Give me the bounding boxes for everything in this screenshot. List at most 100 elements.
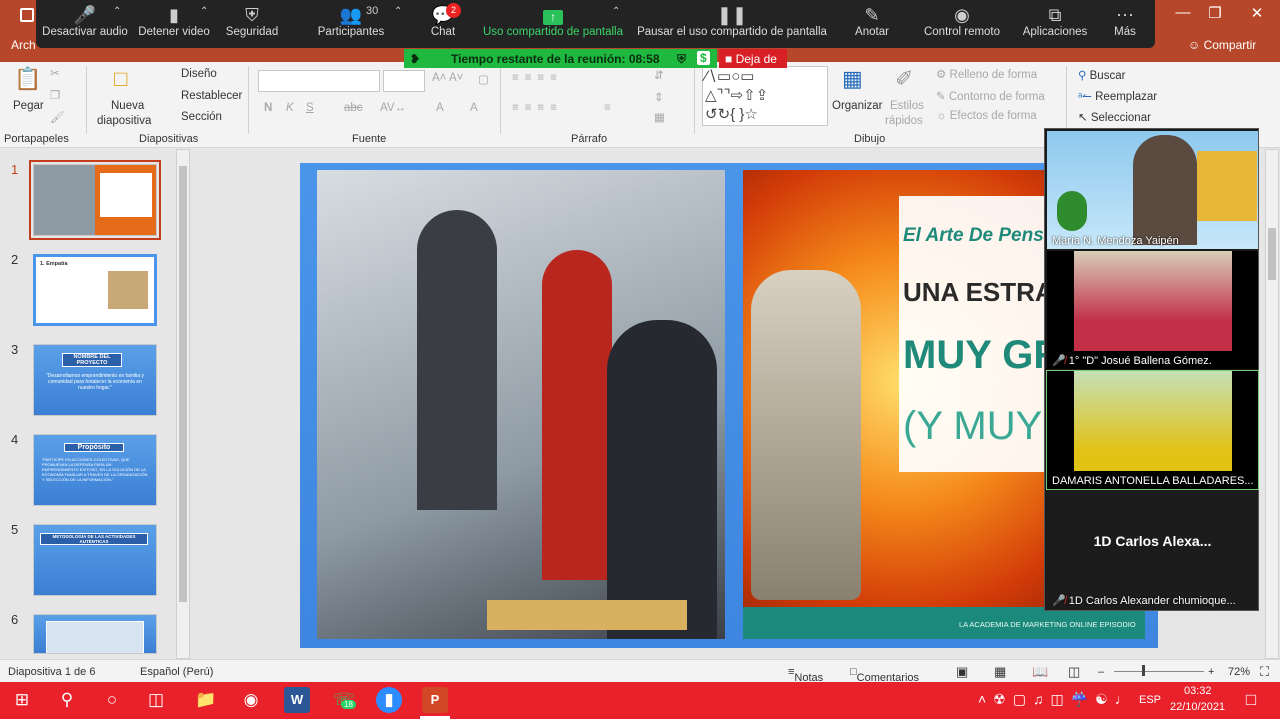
new-slide-button[interactable]: Nueva (111, 100, 144, 112)
stop-share-button[interactable]: ■ Deja de (719, 49, 787, 68)
font-name-box[interactable] (258, 70, 380, 92)
video-tile-active-speaker[interactable]: DAMARIS ANTONELLA BALLADARES... (1046, 370, 1259, 490)
file-menu[interactable]: Arch (11, 38, 36, 52)
thumbnail-number: 3 (11, 342, 19, 357)
bold-button[interactable]: N (264, 102, 272, 114)
strikethrough-button[interactable]: abc (344, 102, 363, 114)
smartart-icon[interactable]: ▦ (654, 110, 665, 124)
clear-format-icon[interactable]: ▢ (478, 72, 489, 86)
mute-label: Desactivar audio (42, 26, 128, 38)
align-text-icon[interactable]: ⇕ (654, 90, 664, 104)
comments-button[interactable]: □ Comentarios (850, 666, 919, 684)
shape-outline-button[interactable]: ✎ Contorno de forma (936, 89, 1045, 103)
slide-thumbnail-6[interactable] (33, 614, 157, 654)
more-label: Más (1114, 26, 1136, 38)
zoom-slider-thumb[interactable] (1142, 665, 1145, 676)
minimize-icon[interactable]: — (1168, 4, 1198, 21)
slide-thumbnail-1[interactable] (29, 160, 161, 240)
share-screen-button[interactable]: ↑ Uso compartido de pantalla (480, 0, 626, 48)
remote-control-button[interactable]: ◉ Control remoto (918, 0, 1006, 48)
zoom-out-icon[interactable]: – (1098, 666, 1104, 678)
slide-thumbnail-3[interactable]: NOMBRE DEL PROYECTO “Desarrollamos empre… (33, 344, 157, 416)
close-icon[interactable]: ✕ (1242, 4, 1272, 22)
paste-button[interactable]: Pegar (13, 100, 44, 112)
layout-button[interactable]: Diseño (181, 68, 217, 80)
person-figure (417, 210, 497, 510)
task-view-icon[interactable]: ◫ (143, 687, 169, 713)
section-button[interactable]: Sección (181, 111, 222, 123)
thumbnail-scrollbar[interactable] (176, 149, 190, 659)
cortana-icon[interactable]: ○ (99, 687, 125, 713)
video-tile[interactable]: María N. Mendoza Yaipén (1047, 131, 1258, 249)
share-button[interactable]: ☺ Compartir (1188, 38, 1256, 52)
slide-thumbnail-4[interactable]: Propósito “PARTICIPE EN ACCIONES COLECTI… (33, 434, 157, 506)
search-icon: ⚲ (1078, 70, 1087, 82)
notes-button[interactable]: ≡ Notas (788, 666, 823, 684)
video-options-chevron-icon[interactable]: ⌃ (200, 6, 208, 17)
zoom-in-icon[interactable]: + (1208, 666, 1214, 678)
shape-effects-button[interactable]: ☼ Efectos de forma (936, 110, 1037, 122)
shape-fill-button[interactable]: ⚙ Relleno de forma (936, 67, 1037, 81)
find-button[interactable]: ⚲ Buscar (1078, 68, 1125, 82)
replace-label: Reemplazar (1095, 91, 1158, 103)
annotate-button[interactable]: ✎ Anotar (846, 0, 898, 48)
font-size-box[interactable] (383, 70, 425, 92)
font-color-icon[interactable]: A (436, 102, 444, 114)
zoom-level[interactable]: 72% (1228, 666, 1250, 678)
thumbnail-scroll-thumb[interactable] (179, 166, 187, 602)
chrome-icon[interactable]: ◉ (238, 687, 264, 713)
maximize-icon[interactable]: ❐ (1200, 4, 1230, 22)
increase-font-icon[interactable]: A˄ A˅ (432, 72, 463, 84)
file-explorer-icon[interactable]: 📁 (193, 687, 219, 713)
copy-icon[interactable]: ❐ (50, 88, 60, 102)
quick-styles-button[interactable]: Estilos (890, 100, 924, 112)
slide-thumbnail-2[interactable]: 1. Empatía (33, 254, 157, 326)
apps-button[interactable]: ⧉ Aplicaciones (1018, 0, 1092, 48)
system-tray-icons[interactable]: ˄☢▢♫◫☔☯♩ (978, 691, 1136, 708)
italic-button[interactable]: K (286, 102, 294, 114)
arrange-button[interactable]: Organizar (832, 100, 883, 112)
normal-view-icon[interactable]: ▣ (956, 664, 968, 680)
align-icons[interactable]: ≡≡≡≡ (512, 102, 563, 114)
shapes-gallery[interactable]: ∕∖▭○▭ △⌝⌝⇨⇧⇪ ↺↻{ }☆ (702, 66, 828, 126)
more-button[interactable]: ⋯ Más (1108, 0, 1142, 48)
windows-start-icon[interactable]: ⊞ (9, 687, 35, 713)
word-icon[interactable]: W (284, 687, 310, 713)
security-button[interactable]: ⛨ Seguridad (222, 0, 282, 48)
underline-button[interactable]: S (306, 102, 314, 114)
zoom-app-icon[interactable]: ▮ (376, 687, 402, 713)
pause-share-button[interactable]: ❚❚ Pausar el uso compartido de pantalla (636, 0, 828, 48)
powerpoint-icon[interactable]: P (422, 687, 448, 713)
cut-icon[interactable]: ✂ (50, 66, 60, 80)
participants-chevron-icon[interactable]: ⌃ (394, 6, 402, 17)
replace-button[interactable]: ᵃ↼ Reemplazar (1078, 89, 1157, 103)
video-tile[interactable]: 1D Carlos Alexa... 🎤̸ 1D Carlos Alexande… (1047, 491, 1258, 609)
clock-date[interactable]: 22/10/2021 (1170, 701, 1225, 713)
slide-scroll-thumb[interactable] (1268, 228, 1276, 280)
columns-icon[interactable]: ≡ (604, 102, 611, 114)
clock-time[interactable]: 03:32 (1184, 685, 1212, 697)
video-tile[interactable]: 🎤̸ 1° "D" Josué Ballena Gómez. (1047, 251, 1258, 369)
text-direction-icon[interactable]: ⇵ (654, 68, 664, 82)
search-icon[interactable]: ⚲ (54, 687, 80, 713)
sorter-view-icon[interactable]: ▦ (994, 664, 1006, 680)
save-icon[interactable] (20, 8, 34, 22)
reset-button[interactable]: Restablecer (181, 90, 242, 102)
select-button[interactable]: ↖ Seleccionar (1078, 110, 1151, 124)
input-language[interactable]: ESP (1139, 694, 1161, 706)
video-label: Detener video (138, 26, 210, 38)
text-case-icon[interactable]: A (470, 102, 478, 114)
zoom-slider[interactable] (1114, 671, 1204, 672)
notifications-icon[interactable]: □ (1238, 687, 1264, 713)
share-options-chevron-icon[interactable]: ⌃ (612, 6, 620, 17)
format-painter-icon[interactable]: 🖌 (50, 110, 65, 124)
slide-thumbnail-5[interactable]: METODOLOGÍA DE LAS ACTIVIDADES AUTÉNTICA… (33, 524, 157, 596)
slide-scrollbar[interactable] (1265, 149, 1279, 659)
mute-options-chevron-icon[interactable]: ⌃ (113, 6, 121, 17)
spacing-icon[interactable]: AV↔ (380, 102, 406, 114)
slideshow-view-icon[interactable]: ◫ (1068, 664, 1080, 680)
fit-slide-icon[interactable]: ⛶ (1260, 664, 1269, 680)
language-indicator[interactable]: Español (Perú) (140, 666, 213, 678)
reading-view-icon[interactable]: 📖 (1032, 664, 1048, 680)
list-icons[interactable]: ≡≡≡≡ (512, 72, 563, 84)
